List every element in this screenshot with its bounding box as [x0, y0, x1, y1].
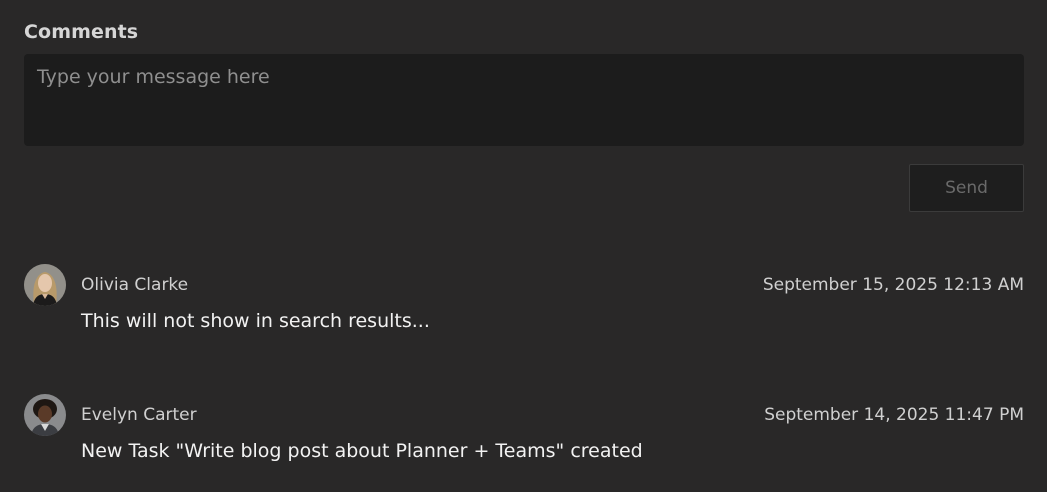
- comment-item: Olivia Clarke September 15, 2025 12:13 A…: [24, 264, 1024, 344]
- comment-text: New Task "Write blog post about Planner …: [81, 440, 643, 462]
- message-input[interactable]: [24, 54, 1024, 146]
- comment-composer[interactable]: [24, 54, 1024, 146]
- comments-panel: Comments Send Olivia Clarke September 15…: [0, 0, 1047, 492]
- user-avatar-icon: [24, 264, 66, 306]
- comment-item: Evelyn Carter September 14, 2025 11:47 P…: [24, 394, 1024, 474]
- comment-author: Evelyn Carter: [81, 405, 197, 425]
- comment-timestamp: September 15, 2025 12:13 AM: [762, 275, 1024, 295]
- comment-author: Olivia Clarke: [81, 275, 189, 295]
- avatar[interactable]: [24, 264, 66, 306]
- comments-heading: Comments: [24, 21, 139, 43]
- avatar[interactable]: [24, 394, 66, 436]
- comment-text: This will not show in search results...: [81, 310, 430, 332]
- send-button[interactable]: Send: [909, 164, 1024, 212]
- user-avatar-icon: [24, 394, 66, 436]
- comment-timestamp: September 14, 2025 11:47 PM: [764, 405, 1024, 425]
